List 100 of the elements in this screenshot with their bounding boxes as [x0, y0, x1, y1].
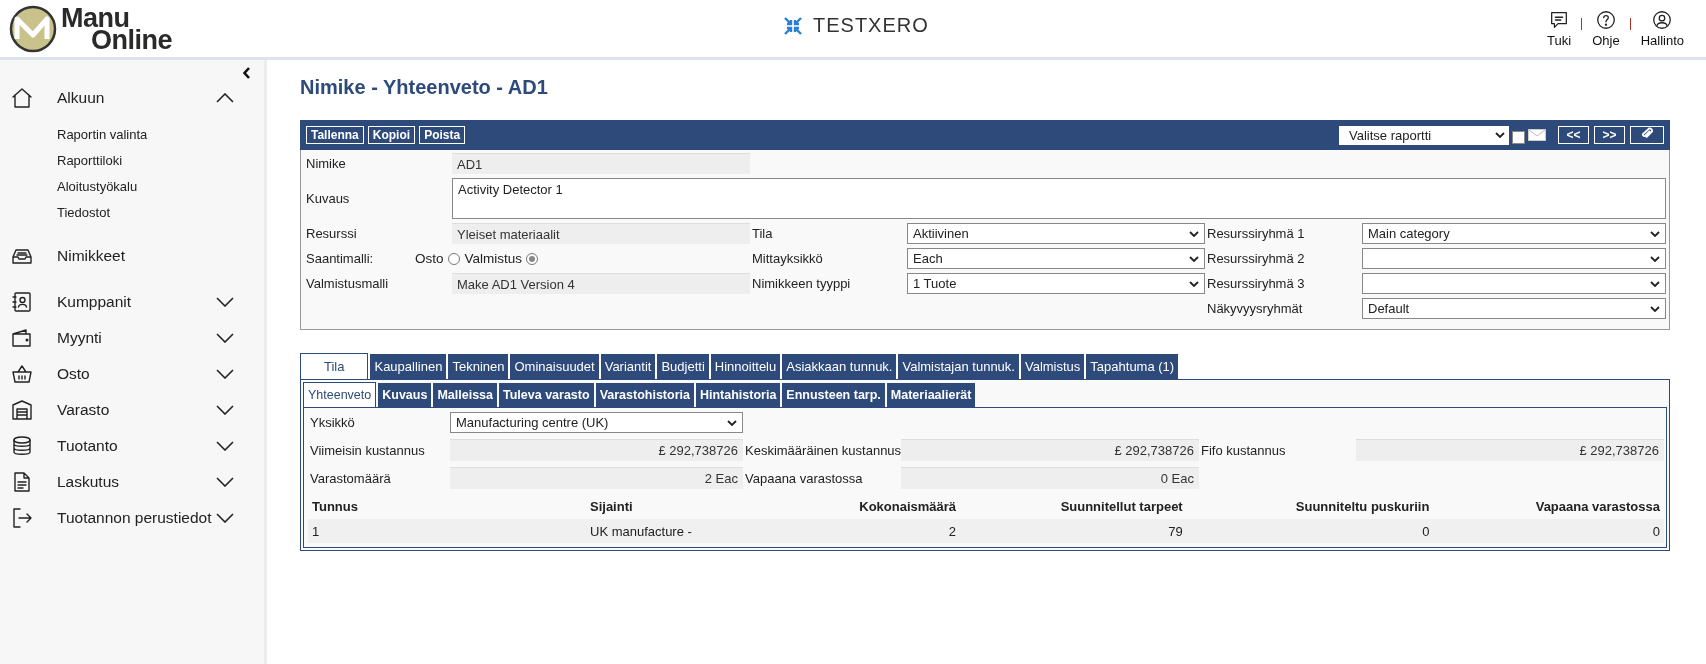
sidebar-item[interactable]: Varasto: [57, 401, 216, 419]
tab[interactable]: Kaupallinen: [370, 354, 447, 379]
toolbar-button[interactable]: Kopioi: [367, 126, 416, 144]
nav-button[interactable]: <<: [1558, 126, 1589, 144]
dropdown-field[interactable]: Aktiivinen: [907, 223, 1205, 244]
chevron-down-icon[interactable]: [1189, 230, 1199, 237]
column-header: Kokonaismäärä: [859, 498, 957, 514]
dropdown-field[interactable]: [1362, 248, 1666, 269]
dropdown-field[interactable]: Main category: [1362, 223, 1666, 244]
sidebar-item[interactable]: Tuotanto: [57, 437, 216, 455]
tab[interactable]: Tila: [300, 353, 369, 379]
sidebar-item[interactable]: Myynti: [57, 329, 216, 347]
subtab[interactable]: Hintahistoria: [695, 383, 781, 407]
chevron-down-icon[interactable]: [727, 419, 737, 426]
header-link[interactable]: Ohje: [1592, 33, 1620, 48]
report-dropdown[interactable]: Valitse raportti: [1339, 125, 1509, 145]
tab[interactable]: Budjetti: [657, 354, 709, 379]
chevron-down-icon[interactable]: [216, 369, 234, 379]
dropdown-field[interactable]: Default: [1362, 298, 1666, 319]
tab[interactable]: Asiakkaan tunnuk.: [782, 354, 897, 379]
column-header: Vapaana varastossa: [1535, 498, 1660, 514]
sidebar-subitem[interactable]: Aloitustyökalu: [57, 179, 138, 194]
text-area[interactable]: Activity Detector 1: [452, 178, 1666, 219]
tab[interactable]: Valmistus: [1020, 354, 1085, 379]
exit-arrow-icon: [10, 506, 34, 530]
sidebar-subitem[interactable]: Raportin valinta: [57, 127, 148, 142]
field-label: Nimikkeen tyyppi: [751, 276, 851, 291]
field-label: Nimike: [305, 156, 346, 171]
envelope-icon: [1528, 129, 1546, 141]
tab[interactable]: Ominaisuudet: [510, 354, 599, 379]
chevron-down-icon[interactable]: [1650, 280, 1660, 287]
chevron-down-icon[interactable]: [1189, 280, 1199, 287]
chevron-down-icon[interactable]: [1189, 255, 1199, 262]
sidebar-item[interactable]: Tuotannon perustiedot: [57, 509, 216, 527]
toolbar-button[interactable]: Tallenna: [306, 126, 364, 144]
subtab[interactable]: Varastohistoria: [595, 383, 694, 407]
amount-field: £ 292,738726: [901, 439, 1199, 461]
tab[interactable]: Tekninen: [448, 354, 509, 379]
dropdown-field[interactable]: Each: [907, 248, 1205, 269]
cross-arrows-icon: [783, 15, 803, 36]
radio-button[interactable]: [447, 252, 460, 265]
table-cell: 79: [1168, 523, 1183, 539]
chevron-down-icon[interactable]: [1650, 305, 1660, 312]
toolbar-button[interactable]: Poista: [419, 126, 466, 144]
header-link[interactable]: Tuki: [1547, 33, 1572, 48]
sidebar-subitem[interactable]: Raporttiloki: [57, 153, 123, 168]
header-link[interactable]: Hallinto: [1640, 33, 1684, 48]
sidebar-item[interactable]: Kumppanit: [57, 293, 216, 311]
dropdown-field[interactable]: 1 Tuote: [907, 273, 1205, 294]
chevron-down-icon[interactable]: [216, 297, 234, 307]
field-label: Viimeisin kustannus: [309, 442, 425, 458]
tab[interactable]: Tapahtuma (1): [1086, 354, 1179, 379]
column-header: Tunnus: [312, 498, 358, 514]
chevron-down-icon[interactable]: [216, 477, 234, 487]
database-icon: [10, 434, 34, 458]
chevron-down-icon[interactable]: [216, 513, 234, 523]
house-icon: [10, 86, 34, 110]
column-header: Suunniteltu puskuriin: [1295, 498, 1430, 514]
paperclip-icon: [1641, 127, 1653, 140]
subtab[interactable]: Ennusteen tarp.: [782, 383, 885, 407]
subtab[interactable]: Materiaalierät: [886, 383, 976, 407]
logo-text: Online: [91, 28, 172, 51]
readonly-field: Make AD1 Version 4: [452, 273, 750, 294]
sidebar-item[interactable]: Nimikkeet: [57, 247, 264, 265]
dropdown-field[interactable]: Manufacturing centre (UK): [450, 412, 743, 433]
radio-button[interactable]: [526, 252, 539, 265]
sidebar-item[interactable]: Laskutus: [57, 473, 216, 491]
help-icon: [1594, 9, 1617, 31]
sidebar-subitem[interactable]: Tiedostot: [57, 205, 110, 220]
tab[interactable]: Valmistajan tunnuk.: [898, 354, 1019, 379]
chevron-up-icon[interactable]: [216, 93, 234, 103]
chevron-down-icon[interactable]: [1650, 230, 1660, 237]
chevron-down-icon[interactable]: [1650, 255, 1660, 262]
nav-button[interactable]: >>: [1594, 126, 1625, 144]
table-cell: 2: [948, 523, 957, 539]
chevron-down-icon[interactable]: [216, 333, 234, 343]
sidebar-item[interactable]: Osto: [57, 365, 216, 383]
table-cell: UK manufacture -: [590, 523, 692, 539]
subtab[interactable]: Kuvaus: [378, 383, 432, 407]
sidebar-item[interactable]: Alkuun: [57, 89, 216, 107]
chevron-down-icon[interactable]: [216, 405, 234, 415]
field-label: Vapaana varastossa: [744, 470, 863, 486]
tab[interactable]: Hinnoittelu: [710, 354, 781, 379]
attach-button[interactable]: [1630, 126, 1664, 144]
field-label: Kuvaus: [305, 191, 350, 206]
chevron-down-icon[interactable]: [1495, 132, 1505, 138]
contact-book-icon: [10, 290, 34, 314]
table-cell: 1: [312, 523, 320, 539]
logo-icon: [9, 4, 57, 53]
checkbox[interactable]: [1512, 130, 1525, 144]
field-label: Resurssiryhmä 3: [1206, 276, 1305, 291]
subtab[interactable]: Malleissa: [433, 383, 497, 407]
collapse-icon[interactable]: [243, 67, 251, 79]
dropdown-field[interactable]: [1362, 273, 1666, 294]
field-label: Näkyvyysryhmät: [1206, 301, 1303, 316]
field-label: Saantimalli:: [305, 251, 374, 266]
subtab[interactable]: Tuleva varasto: [499, 383, 594, 407]
subtab[interactable]: Yhteenveto: [303, 382, 377, 407]
chevron-down-icon[interactable]: [216, 441, 234, 451]
tab[interactable]: Variantit: [600, 354, 656, 379]
